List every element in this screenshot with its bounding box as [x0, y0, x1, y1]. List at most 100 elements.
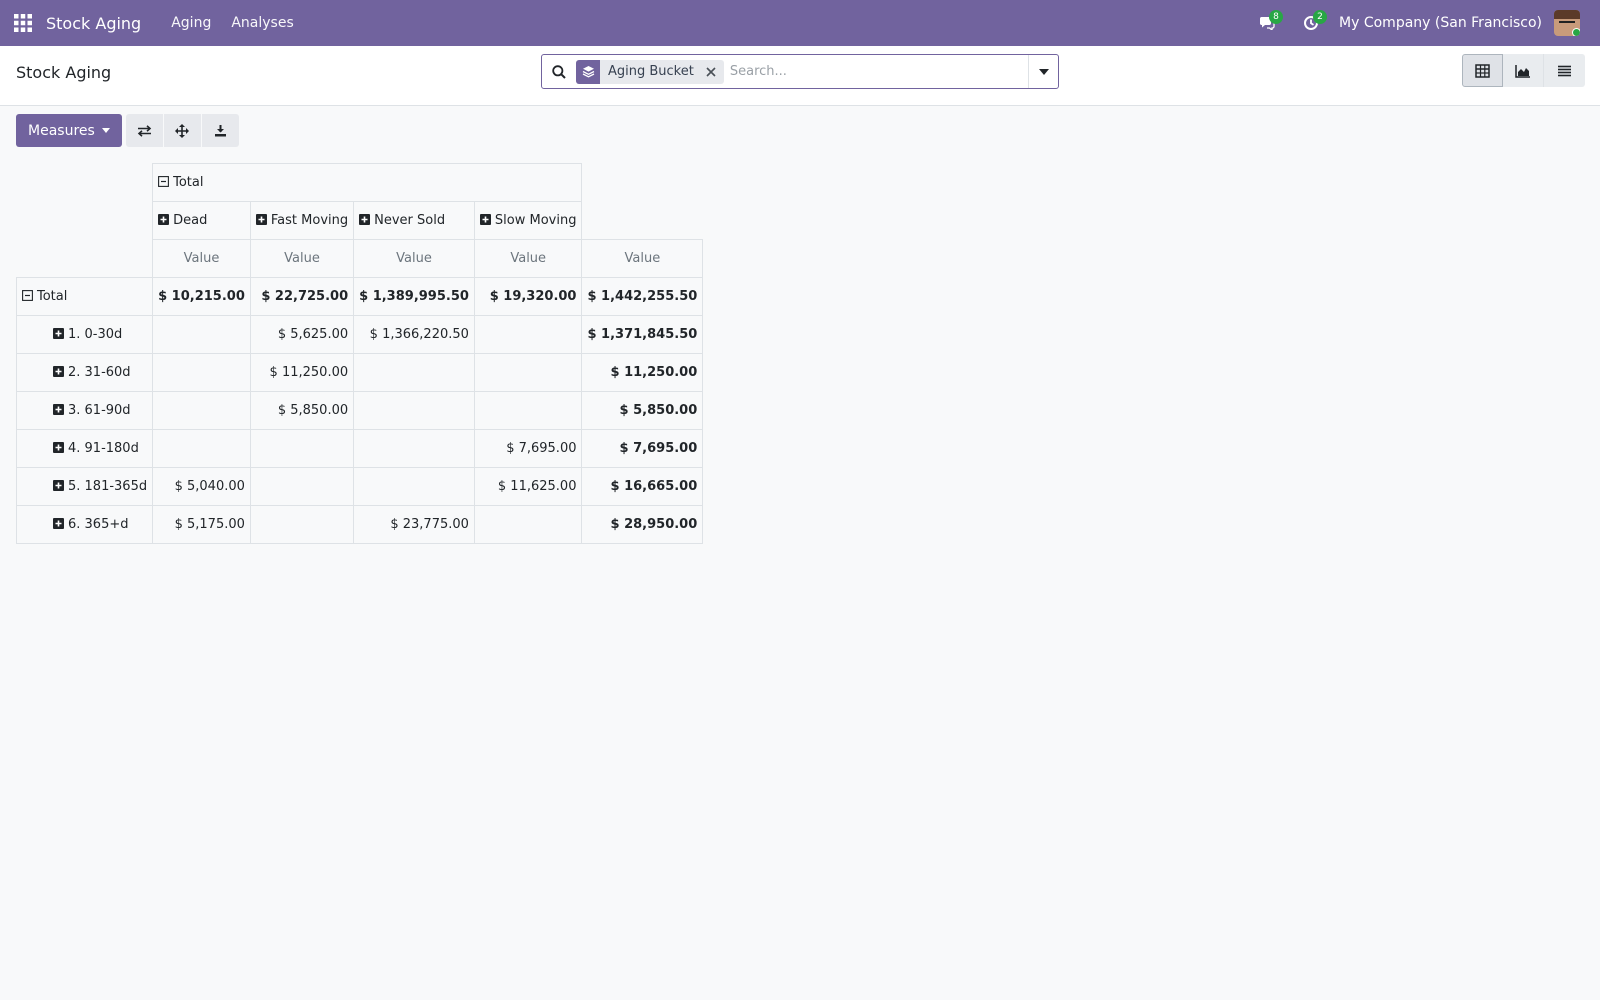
pivot-cell[interactable]: [353, 391, 475, 430]
pivot-cell[interactable]: [152, 391, 251, 430]
systray: 8 2 My Company (San Francisco): [1245, 0, 1600, 46]
measure-header[interactable]: Value: [249, 239, 355, 278]
plus-square-icon: [53, 403, 64, 419]
col-header-slow-moving[interactable]: Slow Moving: [473, 201, 583, 240]
company-switcher[interactable]: My Company (San Francisco): [1333, 15, 1554, 31]
pivot-cell[interactable]: $ 1,389,995.50: [353, 277, 475, 316]
list-icon: [1558, 65, 1571, 76]
facet-label: Aging Bucket: [608, 64, 694, 79]
pivot-total-row: Total $ 10,215.00 $ 22,725.00 $ 1,389,99…: [15, 277, 704, 316]
search-icon[interactable]: [542, 64, 576, 79]
menu-aging[interactable]: Aging: [161, 0, 221, 46]
pivot-cell[interactable]: $ 10,215.00: [152, 277, 251, 316]
measures-dropdown-button[interactable]: Measures: [16, 114, 122, 147]
menu-analyses[interactable]: Analyses: [221, 0, 303, 46]
col-header-dead[interactable]: Dead: [152, 201, 251, 240]
pivot-cell[interactable]: $ 23,775.00: [353, 505, 475, 544]
plus-square-icon: [53, 517, 64, 533]
activities-button[interactable]: 2: [1289, 0, 1333, 46]
pivot-cell[interactable]: $ 19,320.00: [473, 277, 583, 316]
pivot-cell[interactable]: [473, 315, 583, 354]
pivot-cell[interactable]: [353, 467, 475, 506]
search-input[interactable]: [729, 56, 1028, 87]
plus-square-icon: [53, 441, 64, 457]
messages-count-badge: 8: [1269, 10, 1284, 24]
pivot-cell[interactable]: [152, 315, 251, 354]
measures-label: Measures: [28, 122, 95, 139]
pivot-cell[interactable]: [473, 353, 583, 392]
expand-all-button[interactable]: [163, 114, 201, 147]
search-options-toggle[interactable]: [1028, 55, 1058, 88]
download-icon: [214, 125, 226, 137]
pivot-cell[interactable]: [473, 505, 583, 544]
row-header[interactable]: 4. 91-180d: [15, 429, 154, 468]
pivot-cell[interactable]: $ 5,175.00: [152, 505, 251, 544]
pivot-cell[interactable]: $ 11,625.00: [473, 467, 583, 506]
page-title: Stock Aging: [16, 63, 112, 82]
pivot-row: 3. 61-90d $ 5,850.00 $ 5,850.00: [15, 391, 704, 430]
pivot-cell[interactable]: [152, 429, 251, 468]
pivot-cell-total[interactable]: $ 16,665.00: [581, 467, 704, 506]
grid-icon: [14, 14, 32, 32]
pivot-actions: [125, 114, 239, 147]
flip-axis-button[interactable]: [125, 114, 163, 147]
pivot-cell[interactable]: $ 22,725.00: [249, 277, 355, 316]
pivot-row: 1. 0-30d $ 5,625.00 $ 1,366,220.50 $ 1,3…: [15, 315, 704, 354]
pivot-cell[interactable]: [152, 353, 251, 392]
view-switcher: [1462, 54, 1585, 87]
pivot-view-button[interactable]: [1462, 54, 1503, 87]
arrows-icon: [175, 123, 190, 138]
pivot-cell[interactable]: $ 5,040.00: [152, 467, 251, 506]
download-button[interactable]: [201, 114, 239, 147]
list-view-button[interactable]: [1544, 54, 1585, 87]
plus-square-icon: [53, 327, 64, 343]
app-brand[interactable]: Stock Aging: [46, 14, 161, 33]
row-header[interactable]: 1. 0-30d: [15, 315, 154, 354]
pivot-cell[interactable]: [249, 467, 355, 506]
pivot-cell[interactable]: $ 11,250.00: [249, 353, 355, 392]
measure-header[interactable]: Value: [581, 239, 704, 278]
pivot-cell[interactable]: $ 7,695.00: [473, 429, 583, 468]
row-header-total[interactable]: Total: [15, 277, 154, 316]
row-header[interactable]: 6. 365+d: [15, 505, 154, 544]
pivot-cell-total[interactable]: $ 7,695.00: [581, 429, 704, 468]
pivot-cell[interactable]: [249, 429, 355, 468]
pivot-row: 6. 365+d $ 5,175.00 $ 23,775.00 $ 28,950…: [15, 505, 704, 544]
pivot-cell[interactable]: [249, 505, 355, 544]
pivot-cell-total[interactable]: $ 28,950.00: [581, 505, 704, 544]
graph-view-button[interactable]: [1503, 54, 1544, 87]
plus-square-icon: [158, 213, 170, 229]
pivot-header-row-1: Total: [17, 163, 703, 202]
pivot-cell[interactable]: [353, 353, 475, 392]
pivot-row: 4. 91-180d $ 7,695.00 $ 7,695.00: [15, 429, 704, 468]
pivot-cell-total[interactable]: $ 1,371,845.50: [581, 315, 704, 354]
pivot-cell[interactable]: [473, 391, 583, 430]
online-status-icon: [1572, 28, 1580, 36]
pivot-cell[interactable]: $ 5,625.00: [249, 315, 355, 354]
minus-square-icon: [22, 289, 33, 305]
activities-count-badge: 2: [1313, 10, 1328, 24]
close-icon[interactable]: [702, 66, 724, 77]
control-panel: Stock Aging Aging Bucket: [0, 46, 1600, 106]
measure-header[interactable]: Value: [353, 239, 475, 278]
pivot-cell[interactable]: $ 5,850.00: [249, 391, 355, 430]
col-header-total[interactable]: Total: [152, 163, 583, 202]
user-avatar[interactable]: [1554, 10, 1580, 36]
pivot-cell[interactable]: [353, 429, 475, 468]
pivot-cell-total[interactable]: $ 1,442,255.50: [581, 277, 704, 316]
measure-header[interactable]: Value: [152, 239, 251, 278]
table-icon: [1475, 63, 1490, 78]
pivot-cell-total[interactable]: $ 11,250.00: [581, 353, 704, 392]
col-header-never-sold[interactable]: Never Sold: [353, 201, 475, 240]
measure-header[interactable]: Value: [473, 239, 583, 278]
search-facet-groupby: Aging Bucket: [576, 59, 724, 84]
minus-square-icon: [158, 175, 170, 191]
pivot-cell[interactable]: $ 1,366,220.50: [353, 315, 475, 354]
col-header-fast-moving[interactable]: Fast Moving: [249, 201, 355, 240]
messages-button[interactable]: 8: [1245, 0, 1289, 46]
apps-menu-button[interactable]: [0, 0, 46, 46]
pivot-cell-total[interactable]: $ 5,850.00: [581, 391, 704, 430]
row-header[interactable]: 3. 61-90d: [15, 391, 154, 430]
row-header[interactable]: 2. 31-60d: [15, 353, 154, 392]
row-header[interactable]: 5. 181-365d: [15, 467, 154, 506]
